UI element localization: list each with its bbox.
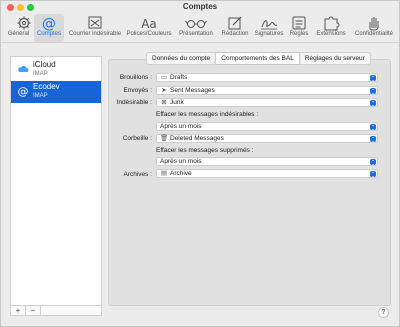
junk-erase-select[interactable]: Après un mois xyxy=(156,122,378,131)
toolbar-junk[interactable]: Courrier indésirable xyxy=(67,14,123,42)
archive-label: Archives : xyxy=(123,171,152,178)
account-name: Ecodev xyxy=(33,82,60,91)
chevron-updown-icon xyxy=(370,124,376,130)
account-type: IMAP xyxy=(33,93,48,99)
chevron-updown-icon xyxy=(370,159,376,165)
toolbar-viewing[interactable]: Présentation xyxy=(175,14,217,42)
puzzle-icon xyxy=(324,16,340,31)
account-tabs: Données du compte Comportements des BAL … xyxy=(146,52,371,65)
rules-icon xyxy=(292,16,306,30)
folder-icon: ▭ xyxy=(160,74,168,81)
mailbox-behaviors-panel xyxy=(108,59,391,306)
account-ecodev[interactable]: @ Ecodev IMAP xyxy=(11,81,101,103)
preferences-window: Comptes Général @ Comptes Courrier indés… xyxy=(0,0,400,327)
paperplane-icon: ➤ xyxy=(161,87,167,94)
trash-label: Corbeille : xyxy=(122,135,152,142)
accounts-list: iCloud IMAP @ Ecodev IMAP xyxy=(10,56,102,306)
help-button[interactable]: ? xyxy=(378,307,389,318)
toolbar-label: Comptes xyxy=(36,31,61,37)
remove-account-button[interactable]: − xyxy=(26,306,41,315)
deleted-erase-label: Effacer les messages supprimés : xyxy=(156,147,254,154)
toolbar-fonts[interactable]: Aa Polices/Couleurs xyxy=(125,14,173,42)
archive-select[interactable]: ▤ Archive xyxy=(156,169,378,178)
tab-mailbox-behaviors[interactable]: Comportements des BAL xyxy=(215,53,300,64)
svg-text:@: @ xyxy=(42,16,56,31)
toolbar-general[interactable]: Général xyxy=(5,14,32,42)
toolbar-privacy[interactable]: Confidentialité xyxy=(351,14,397,42)
junk-erase-value: Après un mois xyxy=(160,123,202,130)
toolbar-label: Extensions xyxy=(316,31,346,37)
junk-tray-icon xyxy=(88,16,102,29)
toolbar-signatures[interactable]: Signatures xyxy=(253,14,285,42)
drafts-value: Drafts xyxy=(170,74,188,81)
trash-icon: 🗑 xyxy=(160,135,169,142)
chevron-updown-icon xyxy=(370,171,376,177)
toolbar-rules[interactable]: Règles xyxy=(287,14,311,42)
hand-icon xyxy=(369,17,379,31)
toolbar-label: Rédaction xyxy=(221,31,249,37)
gear-icon xyxy=(17,16,31,30)
junk-erase-label: Effacer les messages indésirables : xyxy=(156,111,259,118)
tab-account-info[interactable]: Données du compte xyxy=(147,53,215,64)
toolbar-accounts[interactable]: @ Comptes xyxy=(34,14,64,42)
toolbar-composing[interactable]: Rédaction xyxy=(219,14,251,42)
toolbar-label: Présentation xyxy=(179,31,213,37)
compose-icon xyxy=(228,16,242,30)
at-icon: @ xyxy=(18,85,29,97)
svg-text:Aa: Aa xyxy=(141,17,157,31)
toolbar-label: Polices/Couleurs xyxy=(126,31,172,37)
chevron-updown-icon xyxy=(370,136,376,142)
junk-label: Indésirable : xyxy=(116,99,152,106)
deleted-erase-select[interactable]: Après un mois xyxy=(156,157,378,166)
tab-server-settings[interactable]: Réglages du serveur xyxy=(300,53,370,64)
sent-value: Sent Messages xyxy=(170,87,215,94)
preferences-toolbar: Général @ Comptes Courrier indésirable A… xyxy=(1,14,399,43)
junk-value: Junk xyxy=(170,99,184,106)
drafts-select[interactable]: ▭ Drafts xyxy=(156,73,378,82)
account-type: IMAP xyxy=(33,71,48,77)
sent-select[interactable]: ➤ Sent Messages xyxy=(156,86,378,95)
chevron-updown-icon xyxy=(370,100,376,106)
drafts-label: Brouillons : xyxy=(119,74,152,81)
toolbar-label: Règles xyxy=(289,31,309,37)
junk-icon: ⊠ xyxy=(161,99,167,106)
toolbar-label: Général xyxy=(7,31,30,37)
toolbar-extensions[interactable]: Extensions xyxy=(313,14,349,42)
add-account-button[interactable]: + xyxy=(11,306,26,315)
signature-icon xyxy=(261,20,278,30)
cloud-icon xyxy=(18,65,29,72)
toolbar-label: Signatures xyxy=(254,31,284,37)
account-icloud[interactable]: iCloud IMAP xyxy=(11,59,101,81)
sent-label: Envoyés : xyxy=(123,87,152,94)
deleted-erase-value: Après un mois xyxy=(160,158,202,165)
trash-select[interactable]: 🗑 Deleted Messages xyxy=(156,134,378,143)
archive-box-icon: ▤ xyxy=(160,170,168,177)
trash-value: Deleted Messages xyxy=(170,135,224,142)
chevron-updown-icon xyxy=(370,75,376,81)
at-icon: @ xyxy=(42,16,56,31)
chevron-updown-icon xyxy=(370,88,376,94)
toolbar-label: Confidentialité xyxy=(354,31,394,37)
toolbar-label: Courrier indésirable xyxy=(68,31,122,37)
title-bar: Comptes xyxy=(1,1,399,13)
archive-value: Archive xyxy=(170,170,192,177)
fonts-icon: Aa xyxy=(141,17,157,31)
svg-text:@: @ xyxy=(18,85,29,97)
account-name: iCloud xyxy=(33,60,56,69)
window-title: Comptes xyxy=(182,2,218,11)
junk-select[interactable]: ⊠ Junk xyxy=(156,98,378,107)
accounts-list-controls: + − xyxy=(10,306,102,316)
glasses-icon xyxy=(185,20,207,28)
